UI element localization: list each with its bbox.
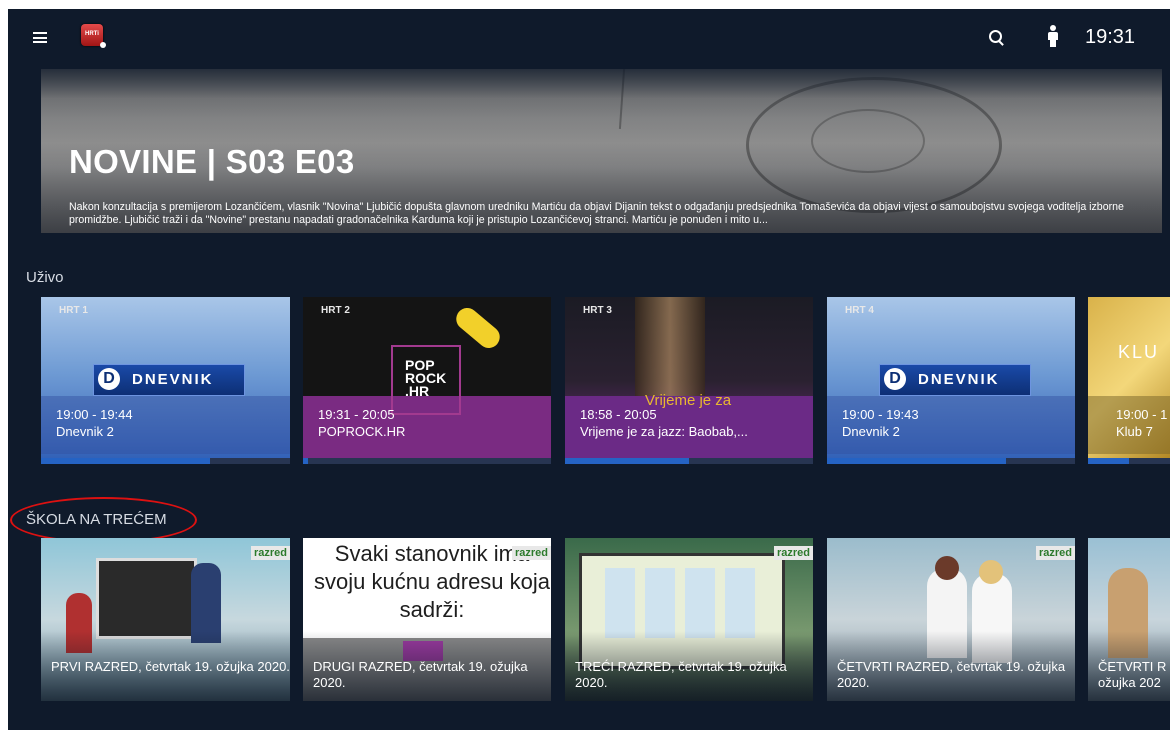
live-program-name: Dnevnik 2 (56, 424, 114, 439)
live-time: 19:00 - 19:43 (842, 407, 919, 422)
razred-badge: razred (773, 546, 813, 560)
search-icon[interactable] (989, 30, 1002, 43)
live-time: 18:58 - 20:05 (580, 407, 657, 422)
hero-banner[interactable]: NOVINE | S03 E03 Nakon konzultacija s pr… (41, 69, 1162, 233)
live-card[interactable]: KLU 19:00 - 1 Klub 7 (1088, 297, 1170, 464)
live-progress-bar (303, 458, 308, 464)
live-time: 19:31 - 20:05 (318, 407, 395, 422)
live-card[interactable]: HRT 4 D DNEVNIK 19:00 - 19:43 Dnevnik 2 (827, 297, 1075, 464)
section-title-live: Uživo (26, 269, 64, 286)
live-progress-bar (827, 458, 1006, 464)
school-caption: ČETVRTI RAZRED, četvrtak 19. ožujka 2020… (837, 659, 1066, 690)
clock: 19:31 (1085, 26, 1136, 48)
school-caption: TREĆI RAZRED, četvrtak 19. ožujka 2020. (575, 659, 787, 690)
live-progress-bar (41, 458, 211, 464)
school-card[interactable]: Svaki stanovnik ima svoju kućnu adresu k… (303, 538, 551, 701)
live-progress-bar (565, 458, 689, 464)
razred-badge: razred (250, 546, 290, 560)
razred-badge: razred (1035, 546, 1075, 560)
dnevnik-banner: D DNEVNIK (93, 364, 245, 396)
live-card[interactable]: HRT 1 D DNEVNIK 19:00 - 19:44 Dnevnik 2 (41, 297, 290, 464)
app-window: HRTi 19:31 NOVINE | S03 E03 Nakon konzul… (8, 9, 1170, 730)
school-card[interactable]: razred PRVI RAZRED, četvrtak 19. ožujka … (41, 538, 290, 701)
live-time: 19:00 - 19:44 (56, 407, 133, 422)
live-program-name: POPROCK.HR (318, 424, 406, 439)
hero-description: Nakon konzultacija s premijerom Lozančić… (69, 201, 1124, 226)
accessibility-icon[interactable] (1047, 25, 1059, 47)
school-caption: DRUGI RAZRED, četvrtak 19. ožujka 2020. (313, 659, 528, 690)
klub-logo: KLU (1118, 342, 1160, 362)
razred-badge: razred (511, 546, 551, 560)
app-logo[interactable]: HRTi (81, 24, 106, 48)
live-time: 19:00 - 1 (1116, 407, 1168, 422)
channel-logo: HRT 2 (321, 305, 350, 316)
school-card[interactable]: ČETVRTI R ožujka 202 (1088, 538, 1170, 701)
jazz-logo: Vrijeme je za (645, 392, 732, 409)
school-caption: ČETVRTI R ožujka 202 (1098, 659, 1167, 690)
school-card[interactable]: razred ČETVRTI RAZRED, četvrtak 19. ožuj… (827, 538, 1075, 701)
live-program-name: Vrijeme je za jazz: Baobab,... (580, 424, 748, 439)
menu-icon[interactable] (33, 32, 47, 43)
channel-logo: HRT 1 (59, 305, 88, 316)
school-card[interactable]: razred TREĆI RAZRED, četvrtak 19. ožujka… (565, 538, 813, 701)
school-caption: PRVI RAZRED, četvrtak 19. ožujka 2020. (51, 659, 290, 674)
highlight-circle (10, 497, 197, 543)
live-program-name: Klub 7 (1116, 424, 1153, 439)
live-card[interactable]: HRT 2 POP ROCK .HR 19:31 - 20:05 POPROCK… (303, 297, 551, 464)
hero-title: NOVINE | S03 E03 (69, 143, 355, 180)
channel-logo: HRT 3 (583, 305, 612, 316)
dnevnik-banner: D DNEVNIK (879, 364, 1031, 396)
channel-logo: HRT 4 (845, 305, 874, 316)
live-card[interactable]: HRT 3 Vrijeme je za 18:58 - 20:05 Vrijem… (565, 297, 813, 464)
live-program-name: Dnevnik 2 (842, 424, 900, 439)
live-progress-bar (1088, 458, 1129, 464)
poprock-logo: POP ROCK .HR (405, 357, 447, 399)
